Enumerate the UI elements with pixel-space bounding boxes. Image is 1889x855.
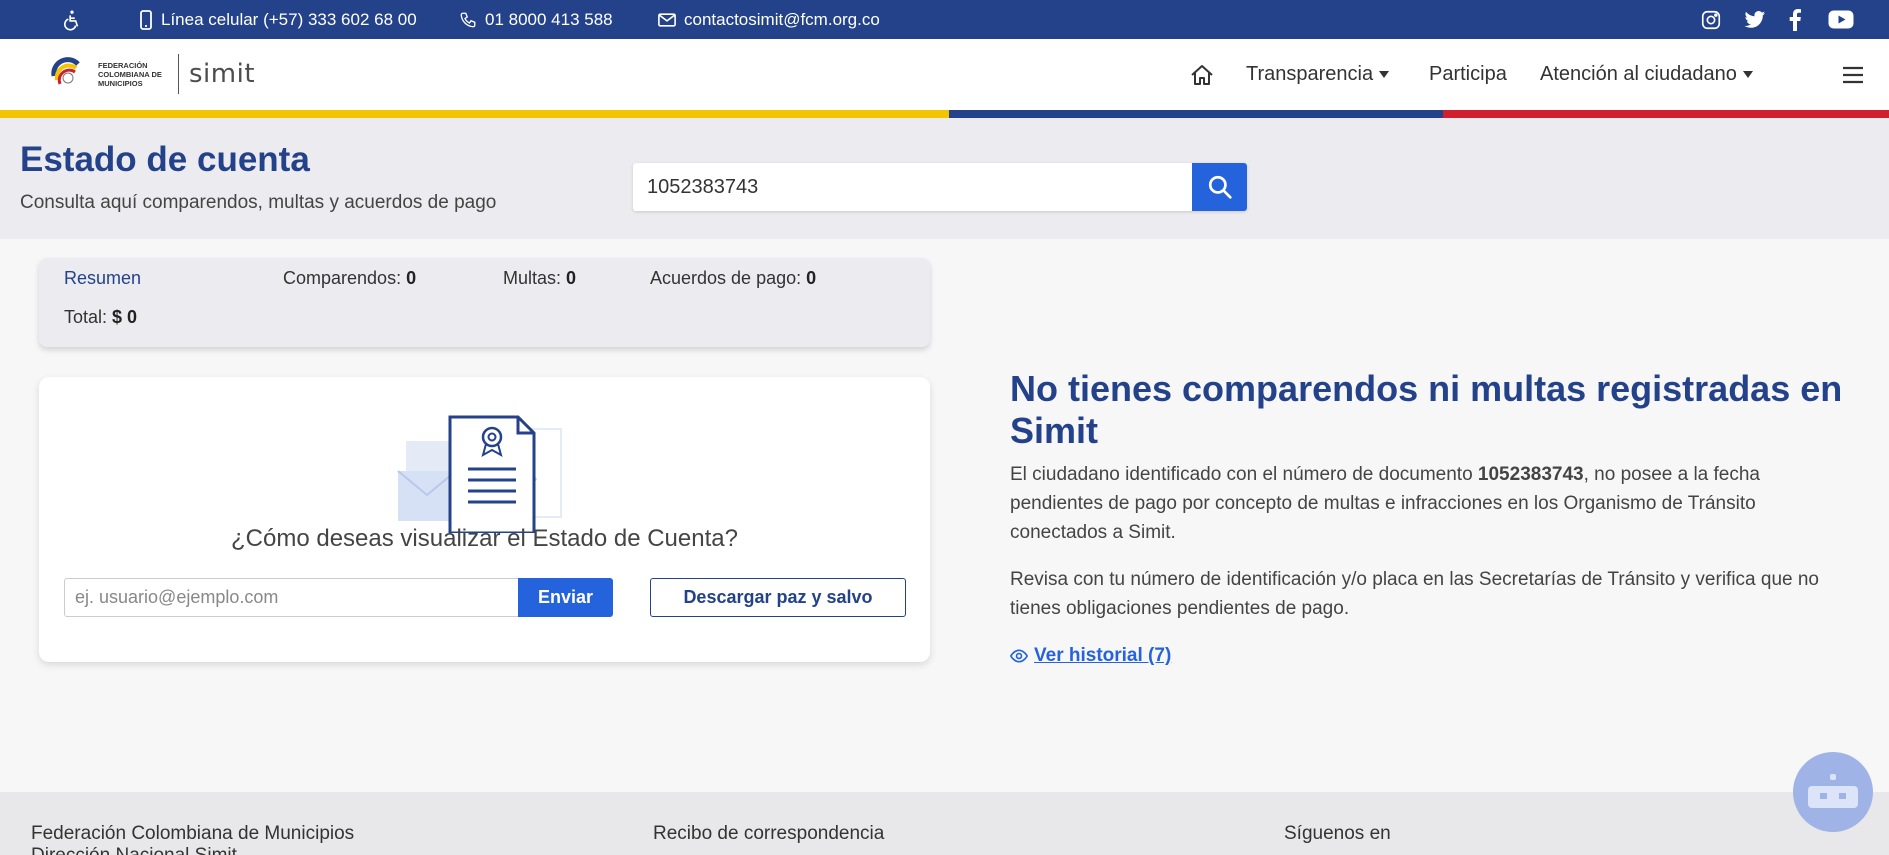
social-links (1700, 0, 1854, 39)
flag-bar-yellow (0, 110, 949, 118)
logo-divider (178, 54, 179, 94)
flag-bar-blue (949, 110, 1443, 118)
footer-org-subname: Dirección Nacional Simit (31, 845, 237, 855)
summary-label: Resumen (64, 268, 142, 288)
twitter-icon[interactable] (1744, 10, 1766, 30)
summary-total: Total: $ 0 (64, 307, 137, 328)
result-paragraph-2: Revisa con tu número de identificación y… (1010, 569, 1819, 619)
chevron-down-icon (1379, 71, 1390, 78)
phone-icon (460, 12, 476, 27)
download-paz-y-salvo-button[interactable]: Descargar paz y salvo (650, 578, 906, 617)
accessibility-icon (64, 10, 79, 31)
result-document-number: 1052383743 (1477, 464, 1584, 485)
summary-comparendos: Comparendos: 0 (283, 268, 416, 289)
footer: Federación Colombiana de Municipios Dire… (0, 792, 1889, 855)
nav-participa-label: Participa (1429, 63, 1507, 85)
download-question: ¿Cómo deseas visualizar el Estado de Cue… (231, 525, 738, 552)
download-card: ¿Cómo deseas visualizar el Estado de Cue… (39, 377, 930, 662)
nav-transparencia[interactable]: Transparencia (1246, 39, 1390, 110)
mobile-phone-text: Línea celular (+57) 333 602 68 00 (161, 9, 417, 29)
total-label: Total: (64, 307, 108, 327)
nav-home[interactable] (1190, 39, 1214, 110)
send-button[interactable]: Enviar (518, 578, 613, 617)
instagram-icon[interactable] (1700, 9, 1722, 31)
history-link-label: Ver historial (7) (1034, 645, 1172, 666)
acuerdos-value: 0 (806, 268, 817, 288)
fcm-logo-icon (51, 57, 80, 85)
footer-follow-us: Síguenos en (1284, 823, 1391, 844)
nav-transparencia-label: Transparencia (1246, 63, 1374, 85)
logo-text: FEDERACIÓN COLOMBIANA DE MUNICIPIOS (98, 60, 162, 88)
accessibility-button[interactable] (61, 0, 83, 39)
mobile-phone-contact[interactable]: Línea celular (+57) 333 602 68 00 (139, 0, 417, 39)
search-icon (1208, 175, 1232, 199)
logo-brand: simit (189, 59, 256, 89)
nav-atencion-label: Atención al ciudadano (1540, 63, 1737, 85)
total-value: $ 0 (112, 307, 138, 327)
facebook-icon[interactable] (1788, 8, 1802, 31)
comparendos-value: 0 (406, 268, 417, 288)
mail-icon (658, 12, 676, 27)
page-subtitle: Consulta aquí comparendos, multas y acue… (20, 192, 497, 213)
footer-org-name: Federación Colombiana de Municipios (31, 823, 355, 844)
page-title: Estado de cuenta (20, 140, 310, 179)
top-contact-bar: Línea celular (+57) 333 602 68 00 01 800… (0, 0, 1889, 39)
youtube-icon[interactable] (1828, 10, 1854, 29)
search-input[interactable] (633, 163, 1192, 211)
chevron-down-icon (1742, 71, 1753, 78)
history-link[interactable]: Ver historial (7) (1010, 645, 1171, 667)
result-title: No tienes comparendos ni multas registra… (1010, 368, 1843, 451)
eye-icon (1010, 649, 1028, 663)
summary-card: Resumen Comparendos: 0 Multas: 0 Acuerdo… (39, 258, 930, 347)
home-icon (1191, 64, 1213, 85)
acuerdos-label: Acuerdos de pago: (650, 268, 802, 288)
simit-logo[interactable]: FEDERACIÓN COLOMBIANA DE MUNICIPIOS simi… (48, 49, 255, 99)
summary-acuerdos: Acuerdos de pago: 0 (650, 268, 816, 289)
search-box (633, 163, 1247, 211)
hamburger-menu-icon (1843, 66, 1863, 83)
result-text-before: El ciudadano identificado con el número … (1010, 464, 1478, 485)
phone-line-text: 01 8000 413 588 (485, 9, 613, 29)
footer-correspondence: Recibo de correspondencia (653, 823, 885, 844)
search-button[interactable] (1192, 163, 1247, 211)
hero-section: Estado de cuenta Consulta aquí comparend… (0, 118, 1889, 239)
mobile-phone-icon (140, 9, 152, 30)
hamburger-menu-button[interactable] (1842, 39, 1864, 110)
nav-participa[interactable]: Participa (1429, 39, 1507, 110)
comparendos-label: Comparendos: (283, 268, 402, 288)
email-field[interactable] (64, 578, 519, 617)
certificate-document-icon (397, 415, 562, 533)
result-paragraph-1: El ciudadano identificado con el número … (1010, 460, 1830, 547)
phone-line-contact[interactable]: 01 8000 413 588 (459, 0, 613, 39)
chatbot-robot-icon (1808, 774, 1858, 808)
multas-value: 0 (566, 268, 577, 288)
nav-atencion[interactable]: Atención al ciudadano (1540, 39, 1753, 110)
email-text: contactosimit@fcm.org.co (684, 9, 880, 29)
multas-label: Multas: (503, 268, 562, 288)
main-header: FEDERACIÓN COLOMBIANA DE MUNICIPIOS simi… (0, 39, 1889, 110)
flag-bar-red (1443, 110, 1889, 118)
email-contact[interactable]: contactosimit@fcm.org.co (658, 0, 880, 39)
chatbot-button[interactable] (1793, 752, 1873, 832)
summary-multas: Multas: 0 (503, 268, 576, 289)
